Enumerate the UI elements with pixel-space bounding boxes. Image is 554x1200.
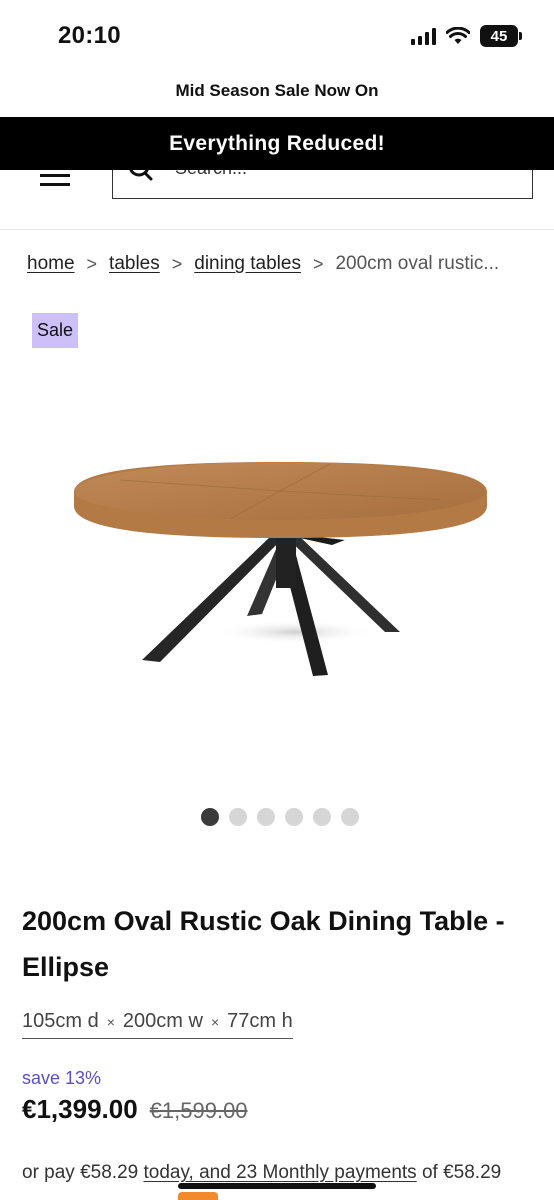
finance-info: or pay €58.29 today, and 23 Monthly paym… bbox=[22, 1162, 501, 1184]
gallery-dot-5[interactable] bbox=[313, 808, 331, 826]
gallery-dot-4[interactable] bbox=[285, 808, 303, 826]
gallery-dot-3[interactable] bbox=[257, 808, 275, 826]
breadcrumb-current: 200cm oval rustic... bbox=[335, 253, 500, 274]
breadcrumb-separator: > bbox=[312, 253, 324, 274]
sale-badge: Sale bbox=[32, 313, 78, 348]
save-percentage: save 13% bbox=[22, 1068, 102, 1088]
home-indicator[interactable] bbox=[178, 1183, 376, 1189]
breadcrumb: home > tables > dining tables > 200cm ov… bbox=[27, 253, 499, 275]
menu-icon[interactable] bbox=[40, 174, 70, 188]
payment-provider-logo bbox=[178, 1192, 218, 1200]
dimension-width: 200cm w bbox=[122, 1010, 203, 1032]
battery-icon: 45 bbox=[480, 25, 522, 47]
breadcrumb-separator: > bbox=[86, 253, 98, 274]
product-title: 200cm Oval Rustic Oak Dining Table - Ell… bbox=[22, 906, 505, 982]
original-price: €1,599.00 bbox=[149, 1098, 248, 1123]
product-image[interactable] bbox=[0, 400, 554, 730]
dimension-separator: × bbox=[106, 1014, 115, 1030]
promo-banner[interactable]: Everything Reduced! bbox=[0, 117, 554, 170]
site-header: Search... bbox=[0, 158, 554, 230]
gallery-dot-1[interactable] bbox=[201, 808, 219, 826]
price-row: €1,399.00 €1,599.00 bbox=[22, 1094, 248, 1125]
status-time: 20:10 bbox=[58, 22, 121, 49]
dimension-height: 77cm h bbox=[227, 1010, 293, 1032]
finance-link[interactable]: today, and 23 Monthly payments bbox=[143, 1162, 416, 1183]
status-icons: 45 bbox=[411, 25, 522, 47]
product-dimensions[interactable]: 105cm d × 200cm w × 77cm h bbox=[22, 1010, 293, 1039]
finance-prefix: or pay €58.29 bbox=[22, 1162, 144, 1183]
breadcrumb-tables-link[interactable]: tables bbox=[109, 253, 160, 275]
wifi-icon bbox=[446, 27, 470, 44]
gallery-dot-2[interactable] bbox=[229, 808, 247, 826]
gallery-pagination bbox=[0, 808, 554, 826]
breadcrumb-home-link[interactable]: home bbox=[27, 253, 75, 275]
gallery-dot-6[interactable] bbox=[341, 808, 359, 826]
breadcrumb-dining-tables-link[interactable]: dining tables bbox=[194, 253, 301, 275]
dimension-depth: 105cm d bbox=[22, 1010, 99, 1032]
finance-suffix: of €58.29 bbox=[416, 1162, 502, 1183]
current-price: €1,399.00 bbox=[22, 1094, 138, 1124]
dimension-separator: × bbox=[210, 1014, 220, 1030]
breadcrumb-separator: > bbox=[171, 253, 183, 274]
promo-text[interactable]: Mid Season Sale Now On bbox=[0, 76, 554, 106]
status-bar: 20:10 45 bbox=[0, 0, 554, 70]
cellular-signal-icon bbox=[411, 27, 436, 45]
